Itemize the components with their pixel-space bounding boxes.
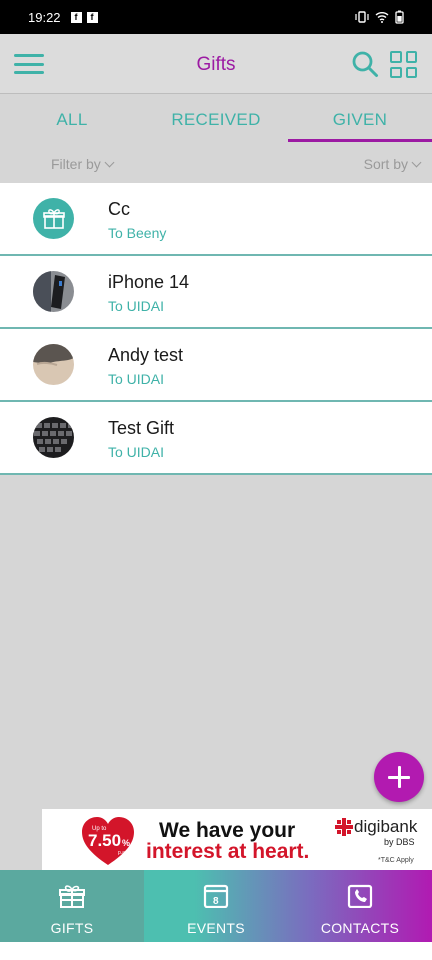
chevron-down-icon — [104, 157, 115, 168]
bottom-nav: GIFTS 8 EVENTS CONTACTS — [0, 870, 432, 942]
dbs-logo-icon — [335, 818, 353, 836]
gift-icon — [33, 198, 74, 239]
gift-recipient: To UIDAI — [108, 298, 165, 314]
nav-contacts-label: CONTACTS — [320, 920, 400, 936]
status-bar: 19:22 f f — [0, 0, 432, 34]
search-icon[interactable] — [351, 50, 379, 78]
vibrate-icon — [355, 11, 369, 23]
gift-title: Test Gift — [108, 418, 175, 438]
gift-recipient: To Beeny — [108, 225, 167, 241]
ad-headline-2: interest at heart. — [146, 840, 310, 863]
ad-banner[interactable]: Up to 7.50 % p.a. We have your interest … — [42, 809, 432, 870]
gift-title: Cc — [108, 199, 130, 219]
gift-recipient: To UIDAI — [108, 444, 165, 460]
calendar-icon: 8 — [203, 884, 229, 908]
ad-badge-suffix: p.a. — [118, 850, 126, 856]
gift-icon — [59, 885, 85, 908]
gift-photo-floor — [33, 344, 74, 385]
tab-all[interactable]: ALL — [0, 94, 144, 144]
list-item[interactable]: Cc To Beeny — [0, 183, 432, 256]
sort-by-label: Sort by — [363, 156, 408, 172]
filter-row: Filter by Sort by — [0, 152, 432, 176]
nav-contacts[interactable]: CONTACTS — [288, 870, 432, 942]
nav-events-label: EVENTS — [187, 920, 245, 936]
gift-title: Andy test — [108, 345, 184, 365]
filter-by-label: Filter by — [51, 156, 101, 172]
filter-by-dropdown[interactable]: Filter by — [51, 156, 115, 172]
list-item[interactable]: iPhone 14 To UIDAI — [0, 256, 432, 329]
battery-icon — [395, 10, 404, 24]
list-item[interactable]: Test Gift To UIDAI — [0, 402, 432, 475]
ad-terms: *T&C Apply — [378, 857, 414, 864]
status-icons — [355, 10, 404, 24]
tab-given[interactable]: GIVEN — [288, 94, 432, 144]
nav-gifts-label: GIFTS — [50, 920, 94, 936]
facebook-icon: f — [86, 11, 98, 23]
wifi-icon — [375, 12, 389, 23]
app-bar: Gifts — [0, 34, 432, 94]
facebook-icon: f — [70, 11, 82, 23]
gift-photo-phone — [33, 271, 74, 312]
gift-recipient: To UIDAI — [108, 371, 165, 387]
grid-view-icon[interactable] — [390, 51, 417, 78]
tab-received[interactable]: RECEIVED — [144, 94, 288, 144]
chevron-down-icon — [411, 157, 422, 168]
system-nav-bar — [0, 942, 432, 960]
tab-bar: ALL RECEIVED GIVEN — [0, 94, 432, 144]
gift-title: iPhone 14 — [108, 272, 190, 292]
gift-list: Cc To Beeny iPhone 14 To UIDAI Andy test… — [0, 183, 432, 475]
sort-by-dropdown[interactable]: Sort by — [363, 156, 422, 172]
nav-events[interactable]: 8 EVENTS — [144, 870, 288, 942]
status-time: 19:22 — [28, 9, 61, 25]
ad-heart-badge: Up to 7.50 % p.a. — [82, 817, 134, 865]
gift-photo-keyboard — [33, 417, 74, 458]
ad-badge-unit: % — [122, 838, 130, 848]
ad-brand-sub: by DBS — [384, 837, 415, 847]
ad-badge-value: 7.50 — [88, 831, 121, 850]
nav-gifts[interactable]: GIFTS — [0, 870, 144, 942]
calendar-day: 8 — [213, 896, 219, 907]
list-item[interactable]: Andy test To UIDAI — [0, 329, 432, 402]
ad-brand: digibank — [354, 817, 418, 836]
add-gift-button[interactable] — [374, 752, 424, 802]
contacts-icon — [347, 884, 373, 908]
